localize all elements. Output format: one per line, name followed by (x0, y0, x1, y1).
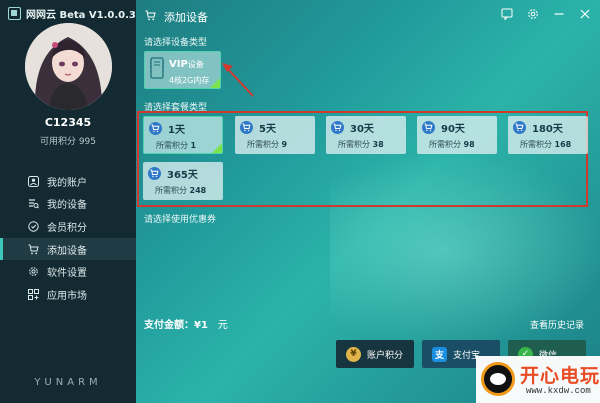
app-window: 网网云 Beta V1.0.0.3 C12345 可用积分 995 我的账户 我… (0, 0, 600, 403)
cart-icon (149, 122, 162, 135)
package-price: 所需积分 38 (338, 140, 384, 149)
cart-icon (513, 121, 526, 134)
watermark-logo-icon (481, 362, 515, 396)
package-price: 所需积分 168 (520, 140, 572, 149)
package-name: 1天 (168, 125, 185, 136)
package-name: 30天 (350, 124, 374, 135)
package-90-day[interactable]: 90天 所需积分 98 (417, 116, 497, 154)
alipay-icon: 支 (432, 346, 447, 362)
cart-icon (240, 121, 253, 134)
package-name: 365天 (167, 170, 198, 181)
package-name: 90天 (441, 124, 465, 135)
package-name: 5天 (259, 124, 276, 135)
package-1-day[interactable]: 1天 所需积分 1 (143, 116, 223, 154)
package-price: 所需积分 98 (429, 140, 475, 149)
cart-icon (331, 121, 344, 134)
cart-icon (148, 167, 161, 180)
selected-corner (212, 143, 222, 153)
package-price: 所需积分 1 (156, 141, 197, 150)
package-price: 所需积分 248 (155, 186, 207, 195)
pay-with-points-button[interactable]: ¥ 账户积分 (336, 340, 414, 368)
view-history-link[interactable]: 查看历史记录 (530, 318, 584, 331)
cart-icon (422, 121, 435, 134)
coupon-label[interactable]: 请选择使用优惠券 (144, 212, 216, 225)
package-name: 180天 (532, 124, 563, 135)
package-price: 所需积分 9 (247, 140, 288, 149)
package-30-day[interactable]: 30天 所需积分 38 (326, 116, 406, 154)
package-180-day[interactable]: 180天 所需积分 168 (508, 116, 588, 154)
package-365-day[interactable]: 365天 所需积分 248 (143, 162, 223, 200)
site-watermark: 开心电玩 www.kxdw.com (476, 356, 600, 403)
payment-total: 支付金额：¥1 元 (144, 320, 228, 331)
coin-icon: ¥ (346, 346, 361, 362)
package-5-day[interactable]: 5天 所需积分 9 (235, 116, 315, 154)
